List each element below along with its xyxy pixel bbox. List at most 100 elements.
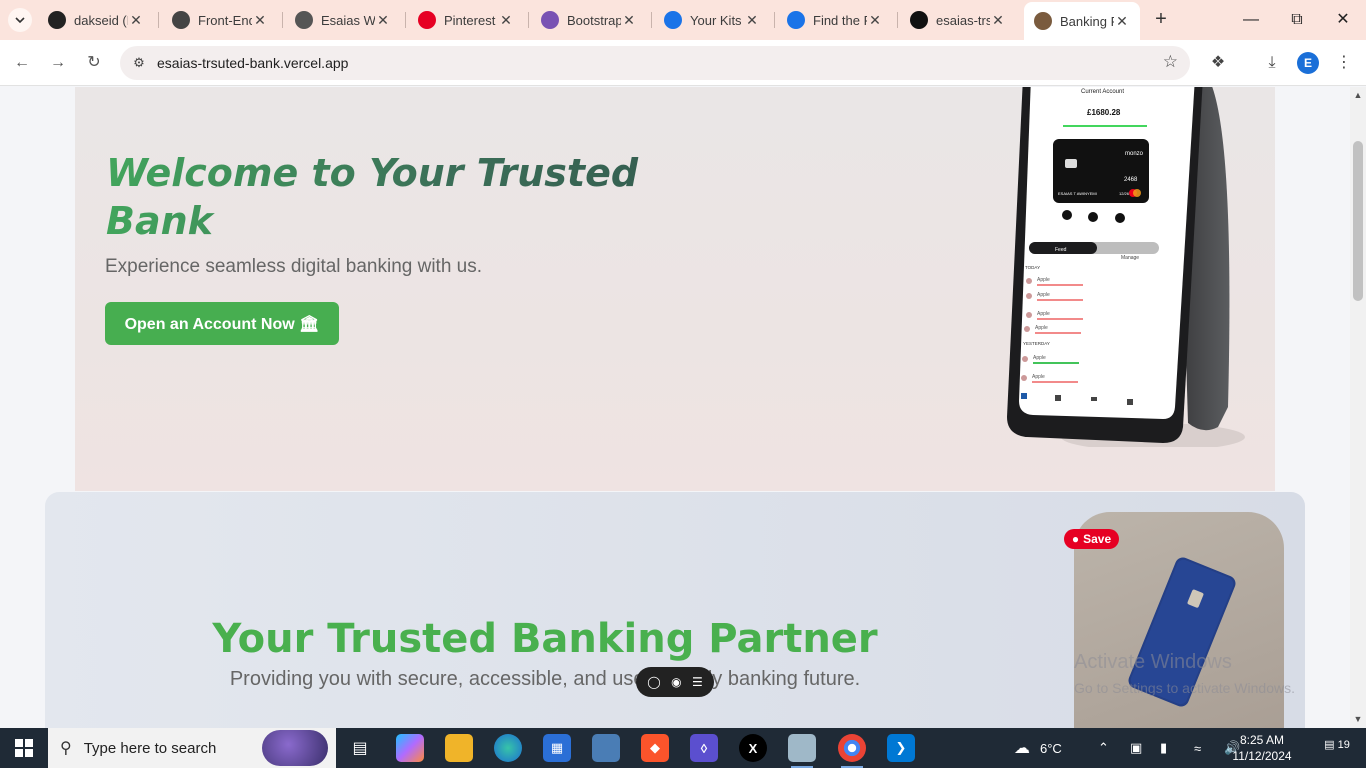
tab-title: esaias-trs <box>936 12 990 28</box>
close-tab-icon[interactable]: ✕ <box>744 12 760 29</box>
phone-transaction-merchant: Apple <box>1037 292 1050 298</box>
watermark-title: Activate Windows <box>1074 651 1232 673</box>
app-icon[interactable] <box>788 734 816 768</box>
new-tab-button[interactable]: + <box>1150 8 1172 32</box>
weather-widget[interactable]: ☁ 6°C <box>1014 728 1062 768</box>
close-tab-icon[interactable]: ✕ <box>1114 13 1130 30</box>
tab-title: Esaias Wo <box>321 12 375 28</box>
phone-transaction-merchant: Apple <box>1035 325 1048 331</box>
weather-temp: 6°C <box>1040 740 1062 756</box>
browser-tab[interactable]: dakseid (E✕ <box>38 5 154 35</box>
tab-title: Your Kits <box>690 12 742 28</box>
notification-center[interactable]: ▤ 19 <box>1322 738 1352 758</box>
vscode-icon[interactable]: ❯ <box>887 734 915 762</box>
profile-avatar[interactable]: E <box>1297 52 1319 74</box>
close-tab-icon[interactable]: ✕ <box>128 12 144 29</box>
browser-tab[interactable]: Front-End ✕ <box>162 5 278 35</box>
pinterest-icon <box>418 11 436 29</box>
tab-separator <box>528 12 529 28</box>
reload-button[interactable]: ↻ <box>82 51 106 75</box>
edge-icon[interactable] <box>494 734 522 762</box>
extensions-icon[interactable]: ❖ <box>1206 51 1230 75</box>
search-highlight-image[interactable] <box>262 730 328 766</box>
network-icon[interactable]: ≈ <box>1194 728 1201 768</box>
scrollbar-thumb[interactable] <box>1353 141 1363 301</box>
close-tab-icon[interactable]: ✕ <box>252 12 268 29</box>
file-explorer-icon[interactable] <box>445 734 473 762</box>
taskbar-search[interactable]: ⚲ Type here to search <box>48 728 336 768</box>
tab-separator <box>282 12 283 28</box>
browser-tab[interactable]: Banking P ✕ <box>1024 2 1140 40</box>
chrome-icon[interactable] <box>838 734 866 768</box>
forward-button[interactable]: → <box>46 51 70 75</box>
browser-tab[interactable]: Find the F ✕ <box>777 5 893 35</box>
bookmark-star-icon[interactable]: ☆ <box>1163 52 1178 72</box>
hero-title: Welcome to Your Trusted Bank <box>106 149 666 245</box>
minimize-button[interactable]: — <box>1228 7 1274 33</box>
close-tab-icon[interactable]: ✕ <box>621 12 637 29</box>
meet-now-icon[interactable]: ▣ <box>1130 728 1142 768</box>
search-icon: ⚲ <box>60 740 72 757</box>
address-bar[interactable]: ⚙ esaias-trsuted-bank.vercel.app ☆ <box>120 46 1190 80</box>
back-button[interactable]: ← <box>10 51 34 75</box>
close-tab-icon[interactable]: ✕ <box>867 12 883 29</box>
comment-icon[interactable]: ◯ <box>647 675 660 689</box>
list-icon[interactable]: ☰ <box>692 675 703 689</box>
phone-tab-manage: Manage <box>1121 255 1139 261</box>
x-icon[interactable]: X <box>739 734 767 762</box>
scroll-down-icon[interactable]: ▼ <box>1353 714 1363 724</box>
phone-today-label: TODAY <box>1025 265 1040 270</box>
battery-icon[interactable]: ▮ <box>1160 728 1167 768</box>
hero-section: Welcome to Your Trusted Bank Experience … <box>75 87 1275 491</box>
close-window-button[interactable]: ✕ <box>1320 7 1366 33</box>
page-scrollbar[interactable]: ▲ ▼ <box>1350 87 1366 728</box>
watermark-subtitle: Go to Settings to activate Windows. <box>1074 680 1295 696</box>
phone-transaction-merchant: Apple <box>1037 311 1050 317</box>
open-account-button[interactable]: Open an Account Now 🏛 <box>105 302 339 345</box>
phone-card-expiry: 12/26 <box>1119 191 1130 196</box>
github-icon <box>48 11 66 29</box>
system-clock[interactable]: 8:25 AM 11/12/2024 <box>1216 732 1308 764</box>
eye-icon[interactable]: ◉ <box>671 675 681 689</box>
browser-tab-strip: dakseid (E✕Front-End✕Esaias Wo✕Pinterest… <box>0 0 1366 40</box>
phone-balance: £1680.28 <box>1087 108 1121 117</box>
pinterest-save-button[interactable]: ● Save <box>1064 529 1119 549</box>
browser-tab[interactable]: esaias-trs ✕ <box>900 5 1016 35</box>
phone-tab-feed: Feed <box>1055 247 1067 253</box>
notification-count: 19 <box>1337 739 1350 751</box>
close-tab-icon[interactable]: ✕ <box>375 12 391 29</box>
tab-title: Pinterest <box>444 12 496 28</box>
restore-button[interactable]: ⧉ <box>1274 7 1320 33</box>
tab-title: Banking P <box>1060 13 1114 29</box>
phone-transaction-merchant: Apple <box>1032 374 1045 380</box>
scroll-up-icon[interactable]: ▲ <box>1353 90 1363 100</box>
brave-icon[interactable]: ◆ <box>641 734 669 762</box>
task-view-icon[interactable]: ▤ <box>346 734 374 762</box>
app-icon[interactable] <box>592 734 620 762</box>
copilot-icon[interactable] <box>396 734 424 762</box>
url-text[interactable]: esaias-trsuted-bank.vercel.app <box>157 55 348 71</box>
pinterest-icon: ● <box>1071 532 1080 546</box>
phone-card-brand: monzo <box>1125 151 1144 157</box>
partner-subtitle: Providing you with secure, accessible, a… <box>229 668 861 690</box>
download-icon[interactable]: ⤓ <box>1260 51 1284 75</box>
tab-title: Front-End <box>198 12 252 28</box>
browser-tab[interactable]: Bootstrap ✕ <box>531 5 647 35</box>
browser-tab[interactable]: Esaias Wo✕ <box>285 5 401 35</box>
tab-separator <box>774 12 775 28</box>
arrow-right-icon: → <box>50 54 66 71</box>
phone-mockup-image: Current Account £1680.28 monzo 2468 ESAI… <box>1003 87 1245 451</box>
start-button[interactable] <box>0 728 48 768</box>
browser-tab[interactable]: Pinterest ✕ <box>408 5 524 35</box>
tab-search-button[interactable] <box>8 8 32 32</box>
taskbar-search-placeholder[interactable]: Type here to search <box>84 740 217 757</box>
menu-kebab-icon[interactable]: ⋮ <box>1332 51 1356 75</box>
site-icon <box>1034 12 1052 30</box>
close-tab-icon[interactable]: ✕ <box>498 12 514 29</box>
site-info-icon[interactable]: ⚙ <box>130 54 148 72</box>
chevron-up-icon[interactable]: ⌃ <box>1098 728 1109 768</box>
close-tab-icon[interactable]: ✕ <box>990 12 1006 29</box>
store-icon[interactable]: ▦ <box>543 734 571 762</box>
app-icon[interactable]: ◊ <box>690 734 718 762</box>
browser-tab[interactable]: Your Kits ✕ <box>654 5 770 35</box>
